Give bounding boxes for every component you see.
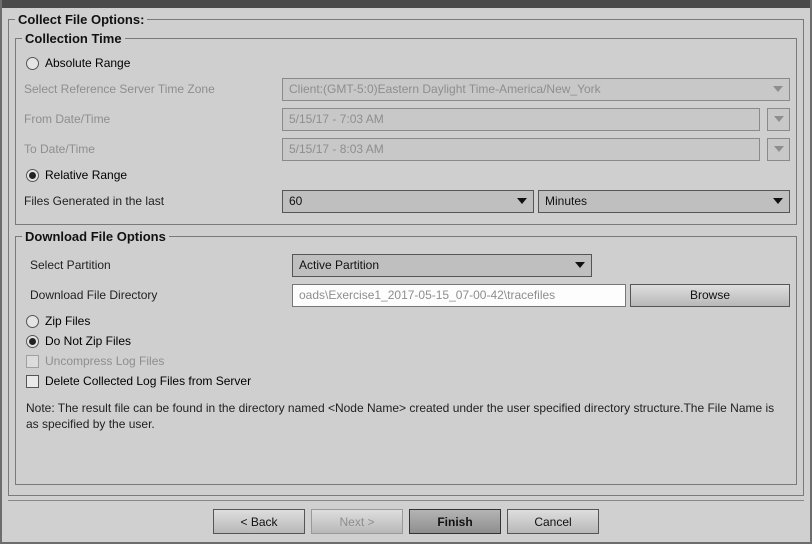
collect-file-options-legend: Collect File Options: xyxy=(15,12,147,27)
dialog-window: Collect File Options: Collection Time Ab… xyxy=(0,0,812,544)
radio-icon xyxy=(26,169,39,182)
select-partition-dropdown[interactable]: Active Partition xyxy=(292,254,592,277)
to-datetime-value: 5/15/17 - 8:03 AM xyxy=(289,142,384,156)
cancel-button[interactable]: Cancel xyxy=(507,509,599,534)
finish-button-label: Finish xyxy=(437,515,472,529)
files-generated-label: Files Generated in the last xyxy=(22,194,282,208)
uncompress-log-files-checkbox: Uncompress Log Files xyxy=(26,354,786,368)
browse-button-label: Browse xyxy=(690,288,730,302)
note-text: Note: The result file can be found in th… xyxy=(22,394,790,436)
zip-files-label: Zip Files xyxy=(45,314,90,328)
collect-file-options-group: Collect File Options: Collection Time Ab… xyxy=(8,12,804,496)
download-directory-input[interactable]: oads\Exercise1_2017-05-15_07-00-42\trace… xyxy=(292,284,626,307)
finish-button[interactable]: Finish xyxy=(409,509,501,534)
download-file-options-legend: Download File Options xyxy=(22,229,169,244)
next-button-label: Next > xyxy=(339,515,374,529)
absolute-range-label: Absolute Range xyxy=(45,56,130,70)
titlebar xyxy=(2,0,810,8)
select-partition-value: Active Partition xyxy=(299,258,379,272)
radio-icon xyxy=(26,57,39,70)
main-panel: Collect File Options: Collection Time Ab… xyxy=(2,8,810,542)
download-directory-label: Download File Directory xyxy=(22,288,292,302)
from-datetime-value: 5/15/17 - 7:03 AM xyxy=(289,112,384,126)
chevron-down-icon xyxy=(575,262,585,268)
do-not-zip-radio[interactable]: Do Not Zip Files xyxy=(26,334,786,348)
chevron-down-icon xyxy=(773,198,783,204)
radio-icon xyxy=(26,315,39,328)
do-not-zip-label: Do Not Zip Files xyxy=(45,334,131,348)
reference-timezone-dropdown: Client:(GMT-5:0)Eastern Daylight Time-Am… xyxy=(282,78,790,101)
to-datetime-picker-button xyxy=(767,138,790,161)
from-datetime-label: From Date/Time xyxy=(22,112,282,126)
delete-collected-label: Delete Collected Log Files from Server xyxy=(45,374,251,388)
select-partition-label: Select Partition xyxy=(22,258,292,272)
from-datetime-picker-button xyxy=(767,108,790,131)
files-generated-value: 60 xyxy=(289,194,302,208)
back-button[interactable]: < Back xyxy=(213,509,305,534)
relative-range-label: Relative Range xyxy=(45,168,127,182)
download-directory-value: oads\Exercise1_2017-05-15_07-00-42\trace… xyxy=(299,288,555,302)
uncompress-log-files-label: Uncompress Log Files xyxy=(45,354,164,368)
absolute-range-radio[interactable]: Absolute Range xyxy=(26,56,786,70)
reference-timezone-label: Select Reference Server Time Zone xyxy=(22,82,282,96)
download-file-options-group: Download File Options Select Partition A… xyxy=(15,229,797,485)
checkbox-icon xyxy=(26,355,39,368)
chevron-down-icon xyxy=(517,198,527,204)
checkbox-icon xyxy=(26,375,39,388)
chevron-down-icon xyxy=(774,116,784,122)
next-button: Next > xyxy=(311,509,403,534)
cancel-button-label: Cancel xyxy=(534,515,571,529)
reference-timezone-value: Client:(GMT-5:0)Eastern Daylight Time-Am… xyxy=(289,82,601,96)
chevron-down-icon xyxy=(773,86,783,92)
browse-button[interactable]: Browse xyxy=(630,284,790,307)
from-datetime-field: 5/15/17 - 7:03 AM xyxy=(282,108,760,131)
to-datetime-label: To Date/Time xyxy=(22,142,282,156)
radio-icon xyxy=(26,335,39,348)
delete-collected-checkbox[interactable]: Delete Collected Log Files from Server xyxy=(26,374,786,388)
to-datetime-field: 5/15/17 - 8:03 AM xyxy=(282,138,760,161)
collection-time-legend: Collection Time xyxy=(22,31,125,46)
files-generated-value-dropdown[interactable]: 60 xyxy=(282,190,534,213)
back-button-label: < Back xyxy=(240,515,277,529)
wizard-button-bar: < Back Next > Finish Cancel xyxy=(8,500,804,542)
files-generated-unit-dropdown[interactable]: Minutes xyxy=(538,190,790,213)
chevron-down-icon xyxy=(774,146,784,152)
relative-range-radio[interactable]: Relative Range xyxy=(26,168,786,182)
collection-time-group: Collection Time Absolute Range Select Re… xyxy=(15,31,797,225)
files-generated-unit: Minutes xyxy=(545,194,587,208)
zip-files-radio[interactable]: Zip Files xyxy=(26,314,786,328)
